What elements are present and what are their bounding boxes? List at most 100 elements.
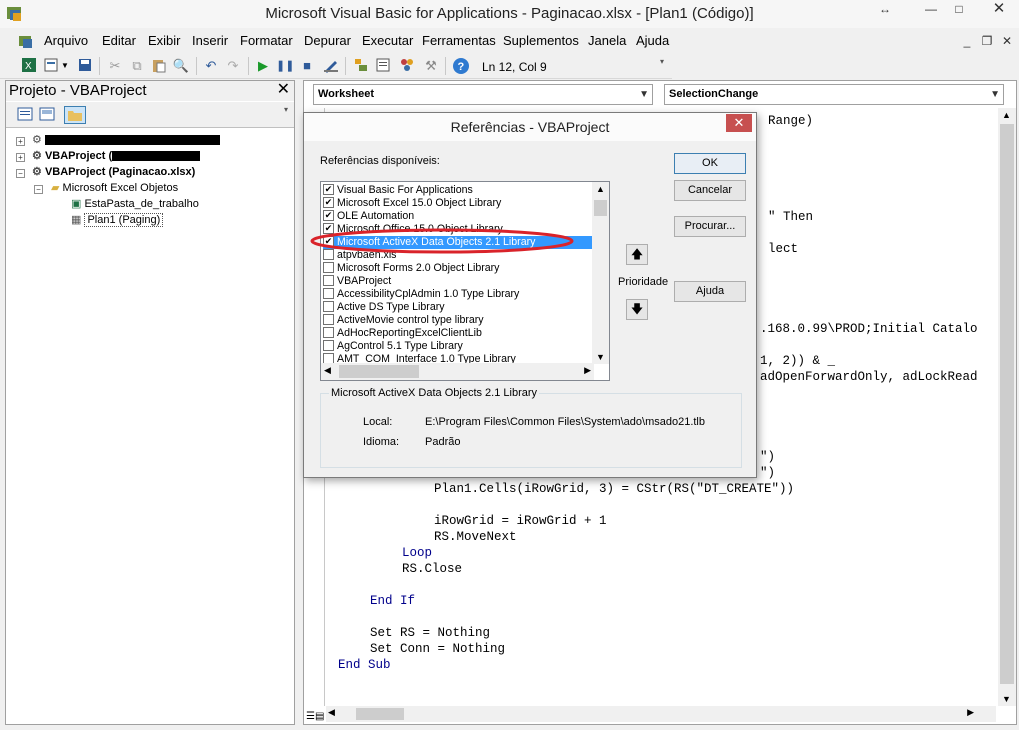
menu-suplementos[interactable]: Suplementos bbox=[503, 33, 579, 48]
scroll-up-icon[interactable]: ▲ bbox=[1002, 110, 1011, 120]
reference-checkbox[interactable] bbox=[323, 313, 334, 325]
close-button[interactable]: ✕ bbox=[986, 0, 1012, 20]
toggle-folders-icon[interactable] bbox=[64, 106, 86, 124]
tree-folder-excel-objects[interactable]: ▰ Microsoft Excel Objetos bbox=[51, 181, 178, 196]
scroll-thumb[interactable] bbox=[1000, 124, 1014, 684]
reference-item[interactable]: AgControl 5.1 Type Library bbox=[323, 339, 593, 353]
scroll-right-icon[interactable]: ▶ bbox=[967, 707, 974, 718]
project-explorer-icon[interactable] bbox=[352, 57, 370, 75]
menu-exibir[interactable]: Exibir bbox=[148, 33, 181, 48]
tree-project-redacted-2[interactable]: ⚙ VBAProject ( bbox=[32, 149, 201, 164]
dropdown-arrow-icon[interactable]: ▼ bbox=[60, 57, 70, 75]
copy-icon[interactable]: ⧉ bbox=[128, 57, 146, 75]
paste-icon[interactable] bbox=[150, 57, 168, 75]
reference-item[interactable]: ✔ OLE Automation bbox=[323, 209, 593, 223]
reference-item[interactable]: ✔ Visual Basic For Applications bbox=[323, 183, 593, 197]
help-icon[interactable]: ? bbox=[452, 57, 470, 75]
reference-item[interactable]: ✔ Microsoft Excel 15.0 Object Library bbox=[323, 196, 593, 210]
scroll-thumb[interactable] bbox=[339, 365, 419, 378]
scroll-up-icon[interactable]: ▲ bbox=[596, 184, 605, 194]
toolbox-icon[interactable]: ⚒ bbox=[422, 57, 440, 75]
view-mode-icons[interactable]: ☰▤ bbox=[306, 711, 324, 722]
reset-icon[interactable]: ■ bbox=[298, 57, 316, 75]
break-icon[interactable]: ❚❚ bbox=[276, 57, 294, 75]
reference-item[interactable]: Active DS Type Library bbox=[323, 300, 593, 314]
child-close-button[interactable]: ✕ bbox=[998, 32, 1016, 52]
reference-item[interactable]: AdHocReportingExcelClientLib bbox=[323, 326, 593, 340]
cut-icon[interactable]: ✂ bbox=[106, 57, 124, 75]
close-project-icon[interactable]: ✕ bbox=[277, 80, 290, 99]
reference-checkbox[interactable] bbox=[323, 326, 334, 338]
procedure-dropdown[interactable]: SelectionChange ▼ bbox=[664, 84, 1004, 105]
menu-inserir[interactable]: Inserir bbox=[192, 33, 228, 48]
reference-item[interactable]: Microsoft Forms 2.0 Object Library bbox=[323, 261, 593, 275]
code-horizontal-scrollbar[interactable]: ◀ ▶ bbox=[326, 706, 996, 722]
object-browser-icon[interactable] bbox=[398, 57, 416, 75]
save-icon[interactable] bbox=[76, 57, 94, 75]
scroll-left-icon[interactable]: ◀ bbox=[324, 365, 331, 376]
find-icon[interactable]: 🔍 bbox=[172, 57, 190, 75]
cancel-button[interactable]: Cancelar bbox=[674, 180, 746, 201]
scroll-thumb[interactable] bbox=[594, 200, 607, 216]
reference-item[interactable]: VBAProject bbox=[323, 274, 593, 288]
references-list[interactable]: ✔ Visual Basic For Applications ✔ Microsoft… bbox=[320, 181, 610, 381]
tree-project-paginacao[interactable]: ⚙ VBAProject (Paginacao.xlsx) bbox=[32, 165, 195, 180]
menu-depurar[interactable]: Depurar bbox=[304, 33, 351, 48]
dialog-close-button[interactable]: ✕ bbox=[726, 114, 752, 132]
child-restore-button[interactable]: ❐ bbox=[978, 32, 996, 52]
collapse-icon[interactable]: − bbox=[34, 185, 43, 194]
reference-checkbox[interactable]: ✔ bbox=[323, 209, 334, 221]
reference-checkbox[interactable]: ✔ bbox=[323, 196, 334, 208]
menu-ferramentas[interactable]: Ferramentas bbox=[422, 33, 496, 48]
reference-checkbox[interactable] bbox=[323, 339, 334, 351]
view-excel-icon[interactable]: X bbox=[20, 57, 38, 75]
restore-size-icon[interactable]: ↔ bbox=[872, 0, 898, 20]
toolbar-overflow-icon[interactable]: ▾ bbox=[660, 57, 670, 77]
priority-up-button[interactable]: 🡅 bbox=[626, 244, 648, 265]
menu-ajuda[interactable]: Ajuda bbox=[636, 33, 669, 48]
menu-janela[interactable]: Janela bbox=[588, 33, 626, 48]
redo-icon[interactable]: ↷ bbox=[224, 57, 242, 75]
minimize-button[interactable]: — bbox=[918, 0, 944, 20]
scroll-thumb[interactable] bbox=[356, 708, 404, 720]
reference-checkbox[interactable] bbox=[323, 300, 334, 312]
list-vertical-scrollbar[interactable]: ▲ ▼ bbox=[592, 182, 609, 364]
expand-icon[interactable]: + bbox=[16, 153, 25, 162]
project-toolbar-overflow-icon[interactable]: ▾ bbox=[284, 105, 288, 114]
view-object-icon[interactable] bbox=[38, 106, 56, 124]
scroll-left-icon[interactable]: ◀ bbox=[328, 707, 335, 718]
help-button[interactable]: Ajuda bbox=[674, 281, 746, 302]
vba-menu-icon[interactable] bbox=[18, 33, 34, 49]
undo-icon[interactable]: ↶ bbox=[202, 57, 220, 75]
menu-arquivo[interactable]: Arquivo bbox=[44, 33, 88, 48]
scroll-right-icon[interactable]: ▶ bbox=[584, 365, 591, 376]
reference-checkbox[interactable] bbox=[323, 261, 334, 273]
reference-item[interactable]: AccessibilityCplAdmin 1.0 Type Library bbox=[323, 287, 593, 301]
run-icon[interactable]: ▶ bbox=[254, 57, 272, 75]
scroll-down-icon[interactable]: ▼ bbox=[596, 352, 605, 362]
insert-module-icon[interactable] bbox=[42, 57, 60, 75]
menu-executar[interactable]: Executar bbox=[362, 33, 413, 48]
priority-down-button[interactable]: 🡇 bbox=[626, 299, 648, 320]
maximize-button[interactable]: □ bbox=[946, 0, 972, 20]
design-mode-icon[interactable] bbox=[322, 57, 340, 75]
reference-item[interactable]: ActiveMovie control type library bbox=[323, 313, 593, 327]
reference-checkbox[interactable] bbox=[323, 274, 334, 286]
browse-button[interactable]: Procurar... bbox=[674, 216, 746, 237]
menu-editar[interactable]: Editar bbox=[102, 33, 136, 48]
tree-project-redacted-1[interactable]: ⚙ bbox=[32, 133, 220, 148]
list-horizontal-scrollbar[interactable]: ◀ ▶ bbox=[321, 363, 594, 380]
properties-window-icon[interactable] bbox=[374, 57, 392, 75]
collapse-icon[interactable]: − bbox=[16, 169, 25, 178]
code-vertical-scrollbar[interactable]: ▲ ▼ bbox=[998, 108, 1016, 706]
view-code-icon[interactable] bbox=[16, 106, 34, 124]
expand-icon[interactable]: + bbox=[16, 137, 25, 146]
scroll-down-icon[interactable]: ▼ bbox=[1002, 694, 1011, 704]
child-minimize-button[interactable]: _ bbox=[958, 32, 976, 52]
object-dropdown[interactable]: Worksheet ▼ bbox=[313, 84, 653, 105]
reference-checkbox[interactable] bbox=[323, 287, 334, 299]
tree-item-plan1[interactable]: ▦ Plan1 (Paging) bbox=[71, 213, 164, 228]
menu-formatar[interactable]: Formatar bbox=[240, 33, 293, 48]
ok-button[interactable]: OK bbox=[674, 153, 746, 174]
tree-item-workbook[interactable]: ▣ EstaPasta_de_trabalho bbox=[71, 197, 199, 212]
